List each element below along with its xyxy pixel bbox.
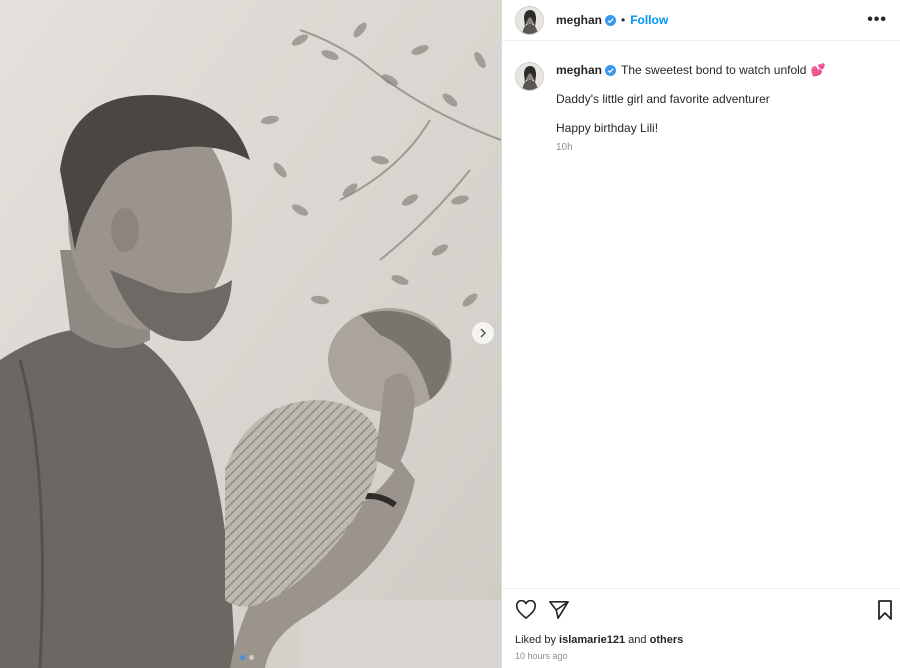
caption-text: The sweetest bond to watch unfold — [621, 63, 807, 77]
likes-prefix: Liked by — [515, 634, 556, 646]
header-separator: • — [621, 13, 626, 27]
avatar[interactable] — [515, 5, 544, 35]
post-timestamp[interactable]: 10 hours ago — [515, 651, 568, 661]
chevron-right-icon — [480, 328, 487, 338]
verified-badge-icon — [605, 14, 617, 26]
likes-and: and — [628, 634, 647, 646]
action-bar — [515, 600, 893, 622]
likes-summary: Liked by islamarie121 and others — [515, 634, 683, 646]
caption-avatar[interactable] — [515, 62, 544, 91]
avatar-image — [516, 6, 543, 34]
bookmark-icon[interactable] — [877, 600, 893, 620]
avatar-image — [516, 63, 543, 90]
caption-line-3: Happy birthday Lili! — [556, 121, 659, 135]
heart-icon[interactable] — [515, 600, 537, 620]
post-header: meghan • Follow ••• — [502, 0, 900, 41]
post-photo[interactable] — [0, 0, 501, 668]
verified-badge-icon — [605, 64, 617, 76]
photo-illustration — [0, 0, 501, 668]
actions-divider — [502, 588, 900, 589]
caption-username[interactable]: meghan — [556, 62, 602, 78]
carousel-indicator — [240, 655, 254, 660]
post-caption: meghan The sweetest bond to watch unfold… — [515, 62, 890, 156]
caption-timestamp[interactable]: 10h — [556, 140, 890, 156]
likes-others-link[interactable]: others — [650, 634, 684, 646]
caption-body: meghan The sweetest bond to watch unfold… — [556, 62, 890, 156]
two-hearts-emoji: 💕 — [810, 63, 826, 77]
carousel-dot-active — [240, 655, 245, 660]
post-details-panel: meghan • Follow ••• meghan The sweetest … — [502, 0, 900, 668]
paper-plane-icon[interactable] — [548, 600, 570, 620]
carousel-dot — [249, 655, 254, 660]
more-options-button[interactable]: ••• — [867, 11, 887, 29]
liked-by-user-link[interactable]: islamarie121 — [559, 634, 625, 646]
instagram-post-view: meghan • Follow ••• meghan The sweetest … — [0, 0, 900, 668]
caption-line-2: Daddy's little girl and favorite adventu… — [556, 92, 770, 106]
header-username[interactable]: meghan — [556, 13, 602, 27]
follow-button[interactable]: Follow — [630, 13, 668, 27]
carousel-next-button[interactable] — [472, 322, 494, 344]
caption-first-line: meghan The sweetest bond to watch unfold… — [556, 62, 890, 78]
